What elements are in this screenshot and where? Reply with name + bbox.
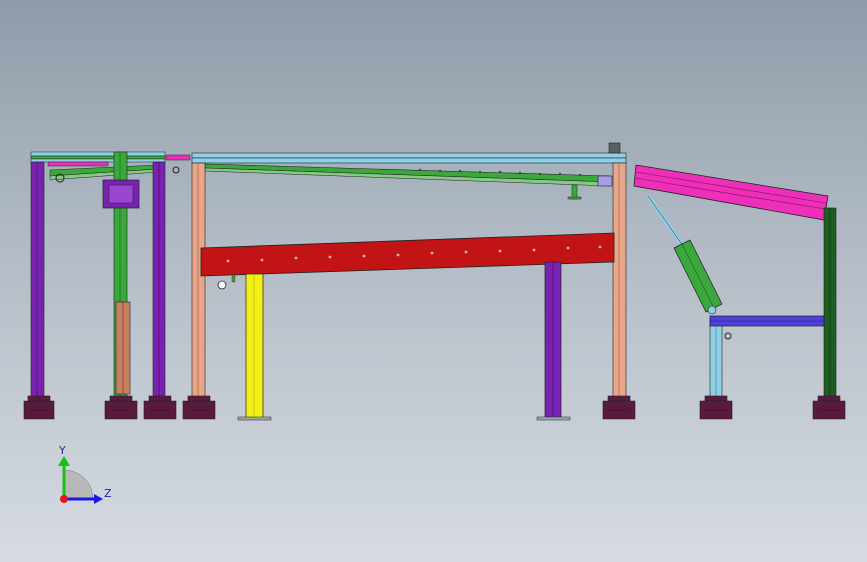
main-post-left	[191, 162, 206, 399]
yellow-post-base	[237, 416, 272, 421]
left-top-rail	[30, 151, 166, 157]
right-bracket-detail	[172, 166, 180, 174]
coordinate-triad[interactable]: Y Z	[58, 444, 112, 504]
foot-6	[699, 395, 733, 420]
foot-3	[143, 395, 177, 420]
foot-4	[182, 395, 216, 420]
foot-1	[23, 395, 55, 420]
left-top-rail-lower	[30, 155, 166, 160]
pneumatic-cylinder	[646, 194, 723, 315]
y-arrow-head-icon	[58, 456, 70, 466]
foot-5	[602, 395, 636, 420]
crossbar-bracket	[724, 332, 732, 340]
pink-strip-right	[165, 154, 191, 161]
z-arrow-head-icon	[94, 494, 103, 504]
pink-tilting-conveyor	[633, 164, 829, 221]
pink-strip-top	[47, 161, 109, 167]
leveling-feet	[23, 395, 846, 420]
z-axis-label: Z	[104, 487, 112, 500]
y-axis-label: Y	[58, 444, 66, 457]
triad-plane-quadrant	[63, 469, 94, 500]
yellow-support-post	[245, 273, 264, 419]
cad-viewport[interactable]: Y Z	[0, 0, 867, 562]
main-conveyor-frame[interactable]	[191, 142, 627, 421]
tilting-conveyor-unit[interactable]	[633, 164, 837, 399]
main-top-rail	[191, 152, 627, 159]
assembly-drawing[interactable]: Y Z	[0, 0, 867, 562]
left-portal-frame[interactable]	[30, 151, 191, 399]
left-top-rail-bottom	[30, 158, 166, 163]
sensor-detail	[217, 280, 227, 290]
foot-7	[812, 395, 846, 420]
main-post-right	[612, 162, 627, 399]
purple-post-base	[536, 416, 571, 421]
left-post-1	[30, 161, 45, 399]
main-top-rail-lower	[191, 157, 627, 164]
foot-2	[104, 395, 138, 420]
conveyor-end-block	[597, 175, 613, 187]
x-axis-origin-icon	[60, 495, 68, 503]
top-right-block	[608, 142, 621, 154]
